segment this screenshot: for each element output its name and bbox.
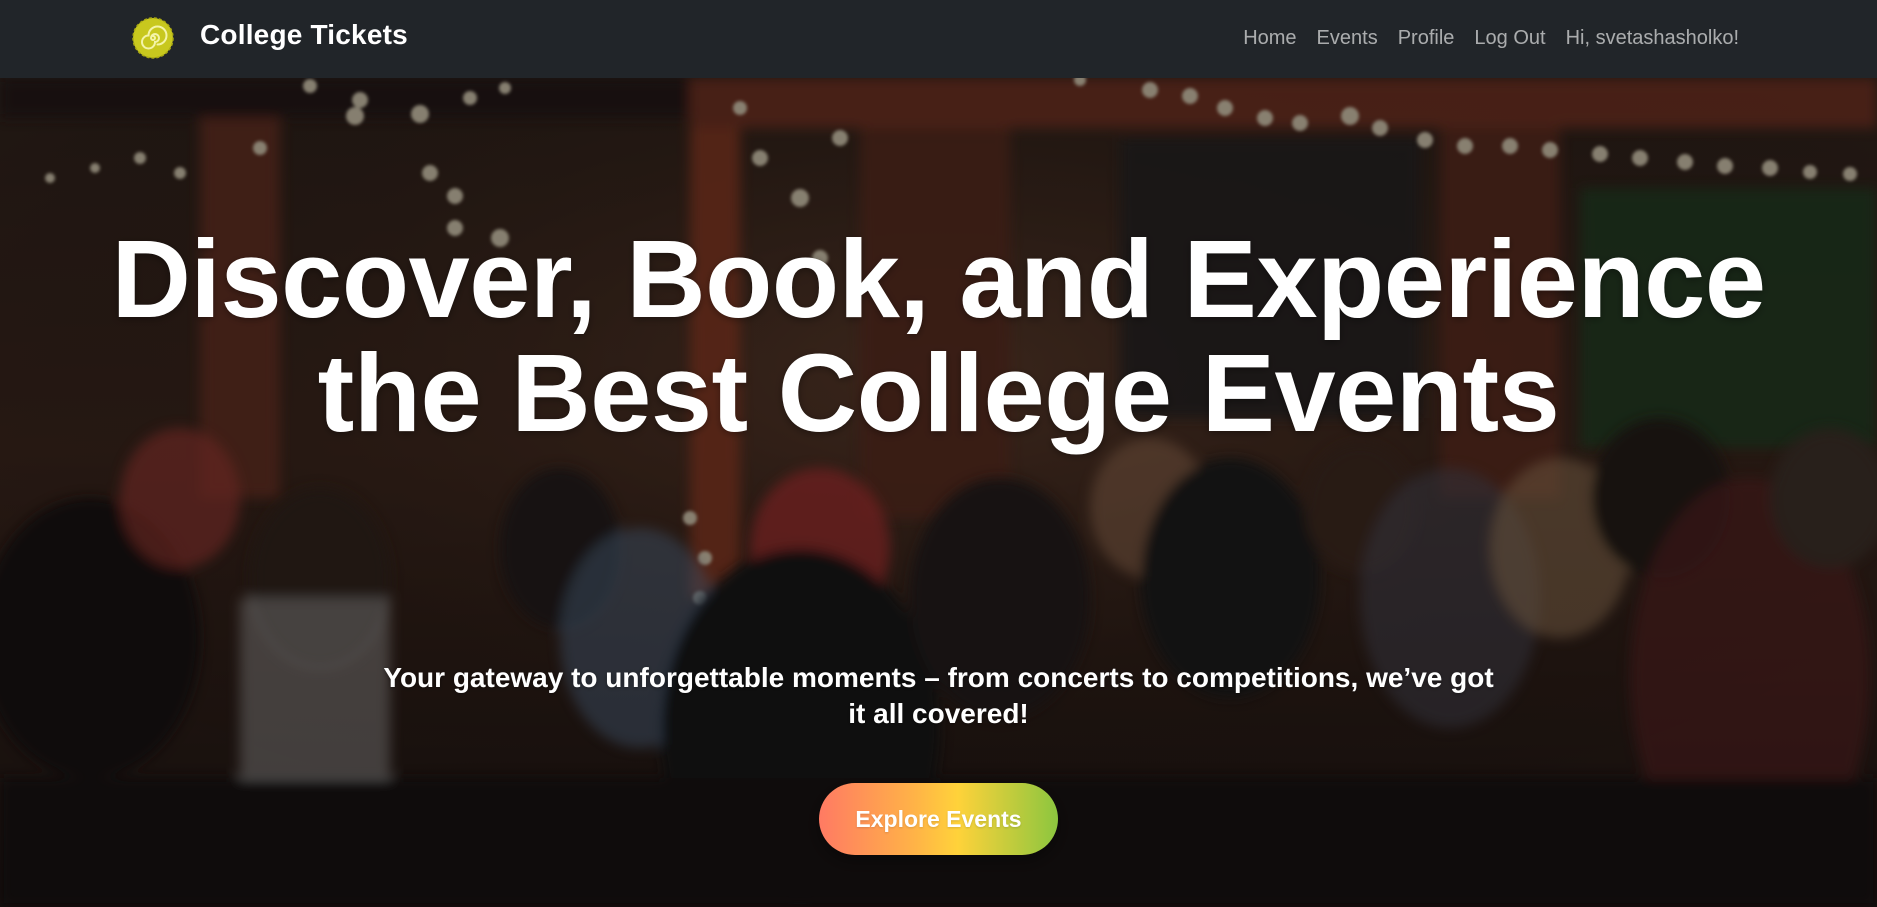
user-greeting: Hi, svetashasholko!: [1565, 26, 1739, 49]
page: College Tickets Home Events Profile Log …: [0, 0, 1877, 907]
hero-subtitle: Your gateway to unforgettable moments – …: [383, 662, 1494, 729]
hero-section: Discover, Book, and Experience the Best …: [0, 78, 1877, 907]
nav-links: Home Events Profile Log Out Hi, svetasha…: [1223, 23, 1739, 53]
nav-link-home[interactable]: Home: [1243, 27, 1296, 49]
nav-link-events[interactable]: Events: [1317, 27, 1378, 49]
navbar: College Tickets Home Events Profile Log …: [0, 0, 1877, 78]
hero-title: Discover, Book, and Experience the Best …: [111, 218, 1766, 455]
brand-name: College Tickets: [200, 19, 408, 50]
spiral-logo-icon: [132, 17, 174, 59]
nav-link-profile[interactable]: Profile: [1398, 27, 1455, 49]
brand-link[interactable]: College Tickets: [132, 16, 408, 60]
explore-events-button[interactable]: Explore Events: [819, 783, 1058, 855]
nav-link-logout[interactable]: Log Out: [1474, 27, 1545, 49]
